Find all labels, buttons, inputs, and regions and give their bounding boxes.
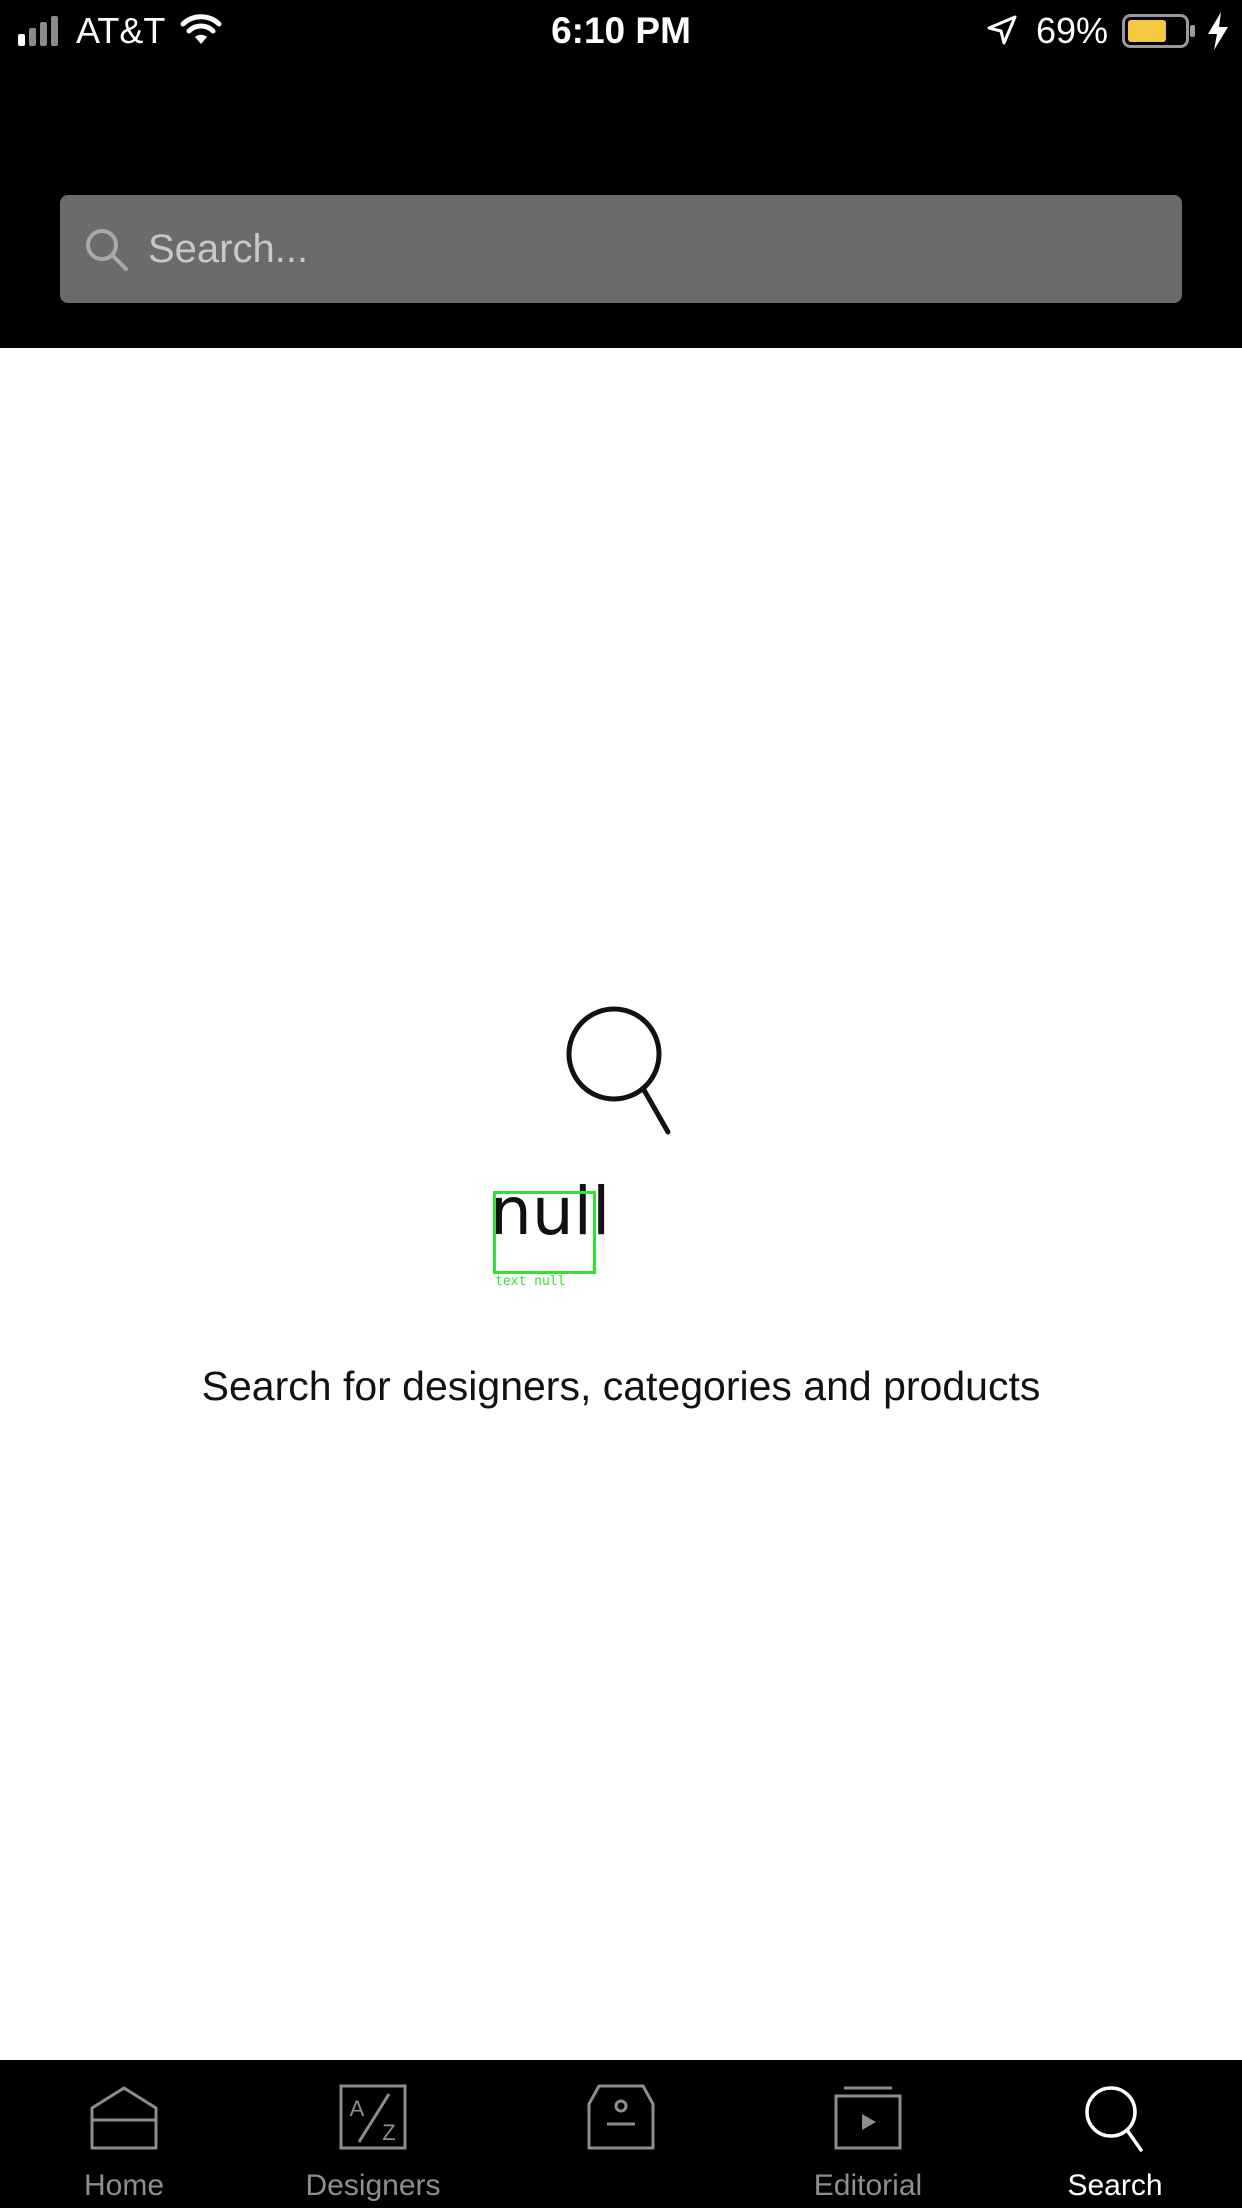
search-icon xyxy=(1085,2086,1143,2152)
home-icon xyxy=(90,2086,158,2150)
empty-state-message: Search for designers, categories and pro… xyxy=(201,1363,1041,1409)
search-icon xyxy=(86,229,128,271)
editorial-play-icon xyxy=(834,2086,902,2150)
tab-designers[interactable]: A Z Designers xyxy=(273,2060,473,2208)
tab-search[interactable]: Search xyxy=(1015,2060,1215,2208)
tab-label: Home xyxy=(83,2169,165,2202)
tab-label: Designers xyxy=(305,2169,441,2202)
designers-az-icon: A Z xyxy=(339,2084,407,2150)
magnifier-icon xyxy=(566,1006,671,1135)
status-bar: AT&T 6:10 PM 69% xyxy=(0,0,1242,62)
shopping-bag-icon xyxy=(587,2084,655,2150)
tab-label: Search xyxy=(1067,2169,1163,2202)
battery-percent: 69% xyxy=(1036,10,1109,51)
search-bar[interactable] xyxy=(60,195,1182,303)
svg-text:Z: Z xyxy=(382,2120,395,2145)
charging-bolt-icon xyxy=(1208,12,1228,50)
battery-icon xyxy=(1122,14,1195,48)
tab-editorial[interactable]: Editorial xyxy=(768,2060,968,2208)
tab-bar: Home A Z Designers Editorial Search xyxy=(0,2060,1242,2208)
header xyxy=(0,62,1242,348)
debug-bounding-box xyxy=(493,1191,596,1274)
location-arrow-icon xyxy=(987,15,1017,45)
search-input[interactable] xyxy=(148,195,1148,303)
debug-label: text null xyxy=(495,1274,566,1289)
svg-text:A: A xyxy=(350,2096,365,2121)
tab-shop[interactable] xyxy=(521,2060,721,2208)
tab-home[interactable]: Home xyxy=(24,2060,224,2208)
tab-label: Editorial xyxy=(813,2169,923,2202)
